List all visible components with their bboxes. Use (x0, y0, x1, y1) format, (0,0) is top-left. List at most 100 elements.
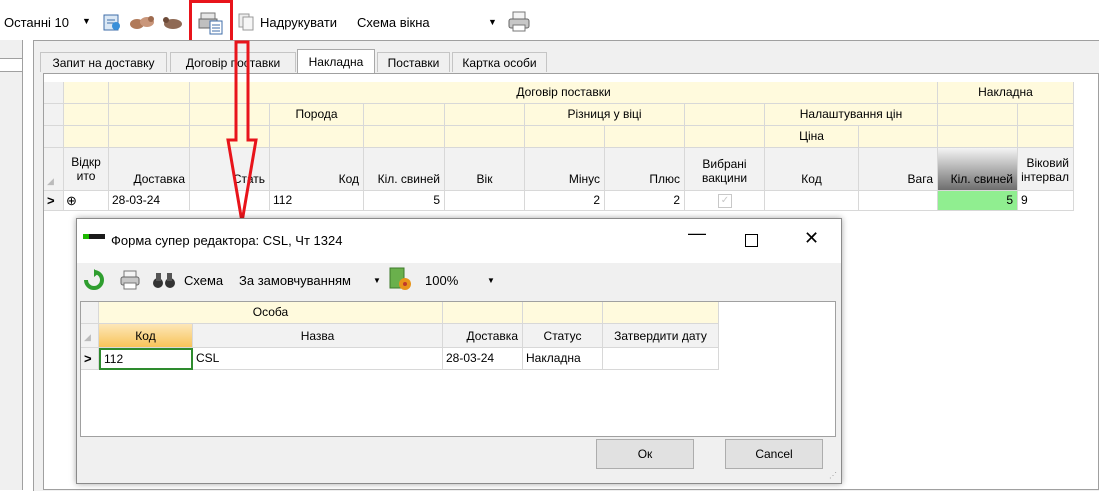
band-empty (523, 302, 603, 324)
header-pig-count[interactable]: Кіл. свиней (364, 148, 445, 191)
scheme-select[interactable]: Схема вікна ▼ (355, 10, 497, 34)
header-person-name[interactable]: Назва (193, 324, 443, 348)
cell-age-interval[interactable]: 9 (1018, 191, 1074, 211)
row-selector-header: ◢ (81, 324, 99, 348)
resize-grip-icon[interactable]: ⋰ (829, 471, 837, 480)
band-empty (605, 126, 685, 148)
header-invoice-pig-count[interactable]: Кіл. свиней (938, 148, 1018, 191)
person-grid[interactable]: Особа ◢ Код Назва Доставка Статус Затвер… (80, 301, 836, 437)
cell-person-status[interactable]: Накладна (523, 348, 603, 370)
zoom-value: 100% (425, 273, 459, 288)
header-weight[interactable]: Вага (859, 148, 938, 191)
band-empty (525, 126, 605, 148)
header-age[interactable]: Вік (445, 148, 525, 191)
band-empty (603, 302, 719, 324)
tab-delivery-request[interactable]: Запит на доставку (40, 52, 167, 72)
header-plus[interactable]: Плюс (605, 148, 685, 191)
band-empty (1018, 126, 1074, 148)
header-person-delivery[interactable]: Доставка (443, 324, 523, 348)
left-panel-strip (0, 58, 22, 72)
cell-approve-date[interactable] (603, 348, 719, 370)
pigs-icon[interactable] (128, 12, 156, 32)
scheme-label: Схема (184, 273, 224, 288)
chevron-down-icon[interactable]: ▼ (373, 276, 381, 285)
print-icon[interactable] (119, 269, 141, 291)
current-row-indicator[interactable]: > (81, 348, 99, 370)
band-empty (443, 302, 523, 324)
header-price-code[interactable]: Код (765, 148, 859, 191)
grid-corner (44, 82, 64, 104)
header-age-interval[interactable]: Віковий інтервал (1018, 148, 1074, 191)
tab-deliveries[interactable]: Поставки (377, 52, 450, 72)
band-price-settings: Налаштування цін (765, 104, 938, 126)
band-empty (938, 126, 1018, 148)
header-code[interactable]: Код (270, 148, 364, 191)
minimize-icon[interactable]: — (688, 223, 706, 244)
zoom-dropdown[interactable]: 100% ▼ (419, 268, 497, 292)
cell-vaccines[interactable]: ✓ (685, 191, 765, 211)
band-invoice: Накладна (938, 82, 1074, 104)
band-breed: Порода (270, 104, 364, 126)
band-empty (445, 104, 525, 126)
band-empty (685, 126, 765, 148)
super-editor-dialog: Форма супер редактора: CSL, Чт 1324 — ✕ … (76, 218, 842, 484)
cell-pig-count[interactable]: 5 (364, 191, 445, 211)
header-approve-date[interactable]: Затвердити дату (603, 324, 719, 348)
refresh-report-icon[interactable] (102, 12, 122, 32)
header-delivery[interactable]: Доставка (109, 148, 190, 191)
recent-dropdown-arrow-icon[interactable]: ▼ (82, 16, 91, 26)
refresh-icon[interactable] (83, 269, 105, 291)
scheme-dropdown[interactable]: За замовчуванням ▼ (235, 268, 381, 292)
maximize-icon[interactable] (745, 234, 758, 247)
header-person-status[interactable]: Статус (523, 324, 603, 348)
binoculars-icon[interactable] (151, 269, 177, 291)
cell-invoice-pig-count[interactable]: 5 (938, 191, 1018, 211)
ok-button[interactable]: Ок (596, 439, 694, 469)
cell-age[interactable] (445, 191, 525, 211)
grid-corner (44, 104, 64, 126)
band-empty (445, 126, 525, 148)
expand-row-icon[interactable]: ⊕ (64, 191, 109, 211)
cell-minus[interactable]: 2 (525, 191, 605, 211)
copy-icon[interactable] (236, 12, 256, 32)
band-empty (859, 126, 938, 148)
cell-person-code[interactable]: 112 (99, 348, 193, 370)
annotation-arrow (226, 40, 258, 223)
tab-person-card[interactable]: Картка особи (452, 52, 547, 72)
band-empty (64, 104, 109, 126)
cell-price-code[interactable] (765, 191, 859, 211)
chevron-down-icon[interactable]: ▼ (488, 17, 497, 27)
band-empty (64, 82, 109, 104)
tab-invoice[interactable]: Накладна (297, 49, 375, 73)
vaccines-checkbox[interactable]: ✓ (718, 194, 732, 208)
current-row-indicator[interactable]: > (44, 191, 64, 211)
grid-corner (81, 302, 99, 324)
cancel-button[interactable]: Cancel (725, 439, 823, 469)
band-empty (109, 126, 190, 148)
band-empty (364, 126, 445, 148)
row-selector-header: ◢ (44, 148, 64, 191)
header-vaccines[interactable]: Вибрані вакцини (685, 148, 765, 191)
band-age-difference: Різниця у віці (525, 104, 685, 126)
cell-person-name[interactable]: CSL (193, 348, 443, 370)
band-supply-contract: Договір поставки (190, 82, 938, 104)
header-person-code[interactable]: Код (99, 324, 193, 348)
animal-icon[interactable] (160, 12, 186, 32)
header-open[interactable]: Відкр ито (64, 148, 109, 191)
cell-plus[interactable]: 2 (605, 191, 685, 211)
print-preview-icon[interactable] (198, 10, 224, 36)
settings-book-icon[interactable] (387, 266, 413, 292)
print-label: Надрукувати (260, 15, 338, 30)
chevron-down-icon[interactable]: ▼ (487, 276, 495, 285)
recent-dropdown-label[interactable]: Останні 10 (4, 15, 69, 30)
dialog-titlebar[interactable]: Форма супер редактора: CSL, Чт 1324 — ✕ (77, 219, 841, 263)
close-icon[interactable]: ✕ (804, 228, 819, 249)
cell-weight[interactable] (859, 191, 938, 211)
cell-delivery[interactable]: 28-03-24 (109, 191, 190, 211)
cell-code[interactable]: 112 (270, 191, 364, 211)
band-empty (109, 82, 190, 104)
cell-person-delivery[interactable]: 28-03-24 (443, 348, 523, 370)
header-minus[interactable]: Мінус (525, 148, 605, 191)
app-icon (83, 234, 105, 239)
printer-icon[interactable] (507, 10, 531, 34)
